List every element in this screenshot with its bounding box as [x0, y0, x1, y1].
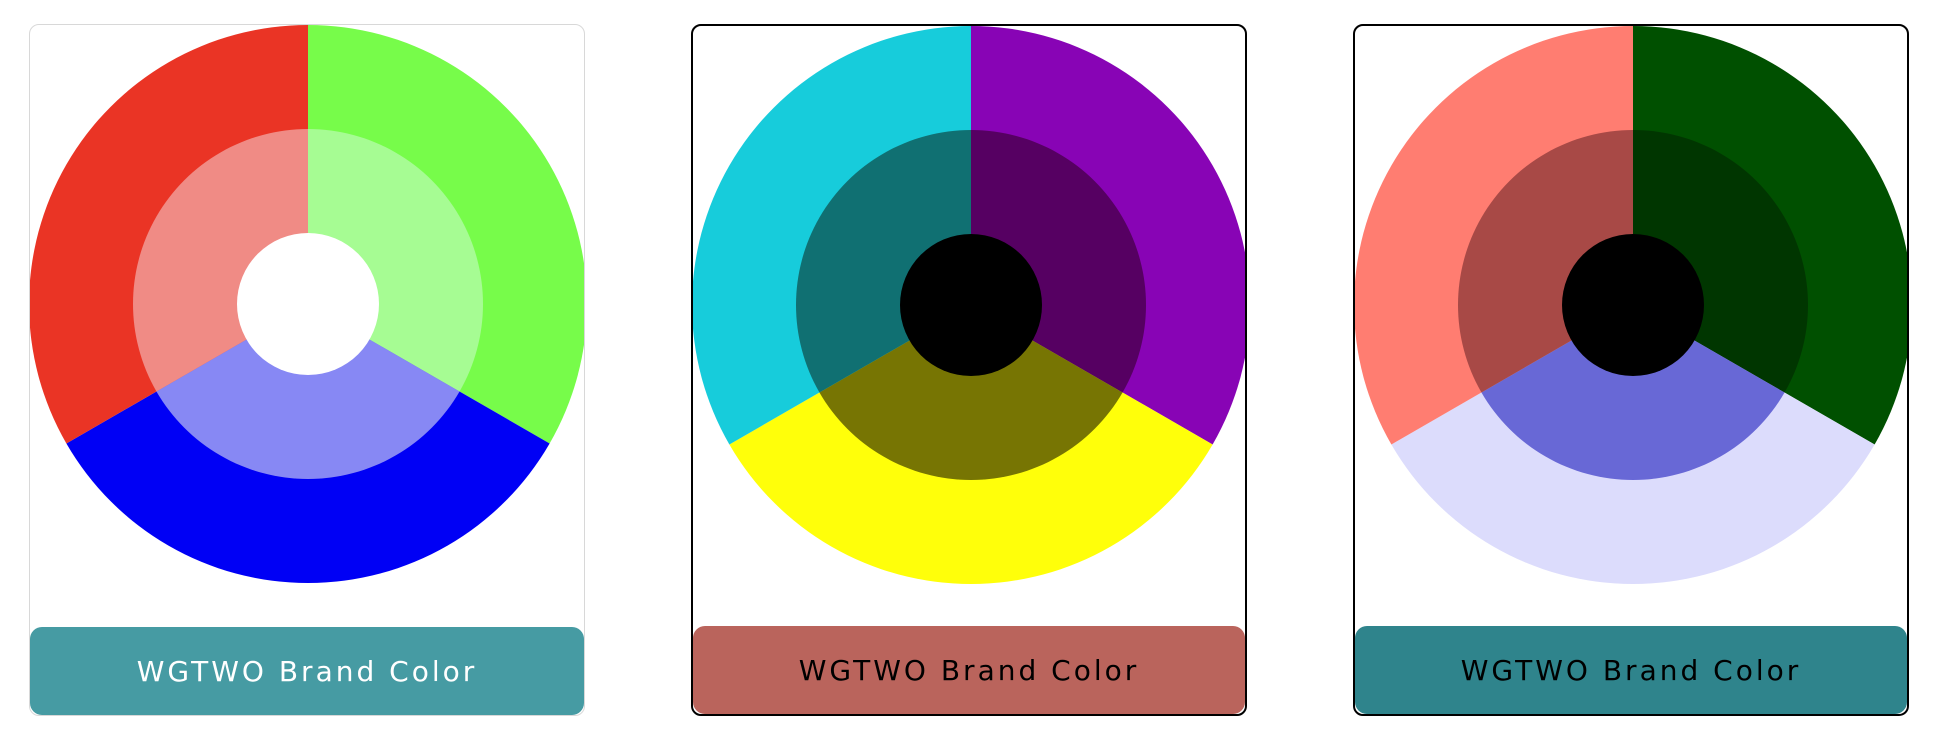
center-circle: [1562, 234, 1704, 376]
color-wheel-gallery: WGTWO Brand Color WGTWO Brand Color WGTW…: [0, 0, 1936, 744]
brand-color-label-2: WGTWO Brand Color: [693, 626, 1245, 714]
color-wheel-1: [30, 25, 584, 583]
center-circle: [900, 234, 1042, 376]
center-circle: [237, 233, 379, 375]
color-wheel-3: [1355, 26, 1907, 584]
color-wheel-2: [693, 26, 1245, 584]
brand-color-label-1: WGTWO Brand Color: [30, 627, 584, 715]
brand-color-card-1: WGTWO Brand Color: [29, 24, 585, 716]
brand-color-card-3: WGTWO Brand Color: [1353, 24, 1909, 716]
brand-color-card-2: WGTWO Brand Color: [691, 24, 1247, 716]
brand-color-label-3: WGTWO Brand Color: [1355, 626, 1907, 714]
